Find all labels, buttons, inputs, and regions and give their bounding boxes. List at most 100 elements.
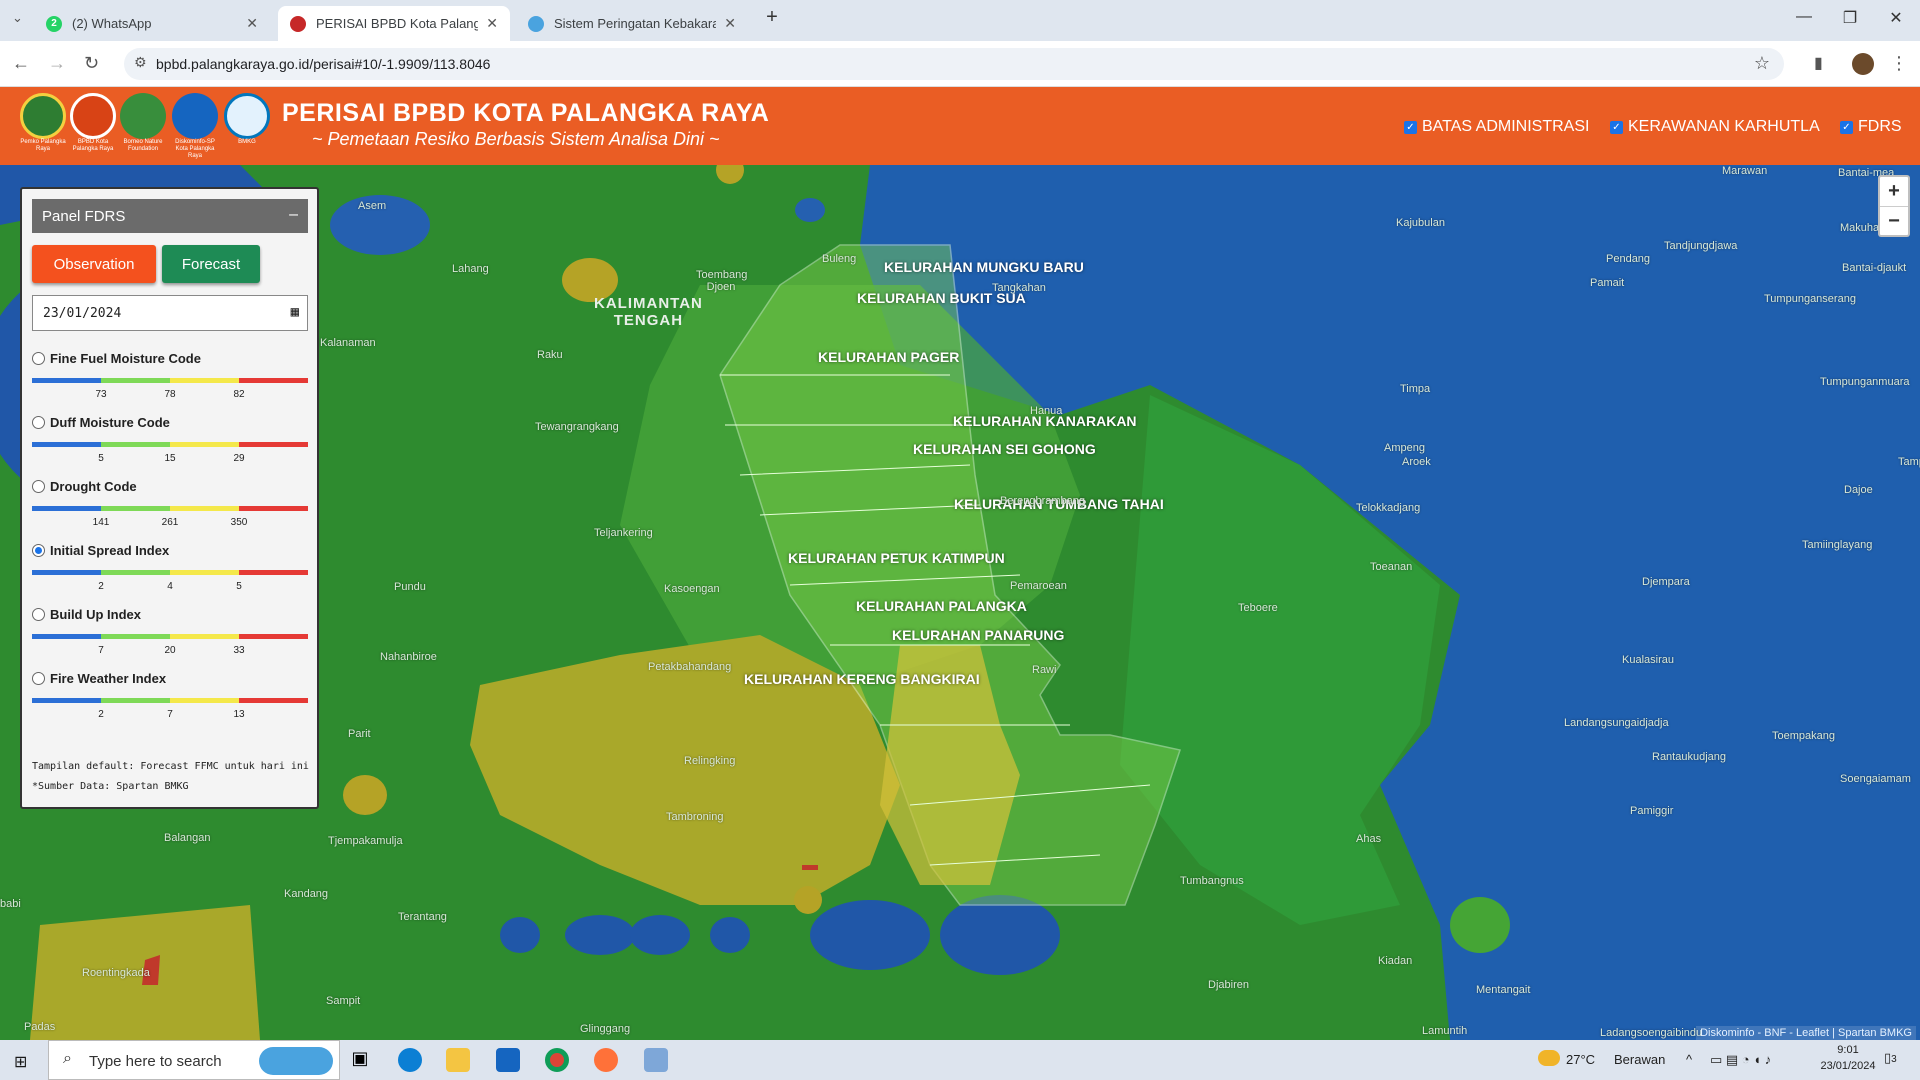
mail-icon[interactable]	[496, 1048, 520, 1072]
windows-start-icon[interactable]: ⊞	[14, 1052, 27, 1072]
minimize-button[interactable]: —	[1784, 8, 1824, 26]
index-bui[interactable]: Build Up Index 7 20 33	[32, 607, 308, 659]
index-label: Drought Code	[50, 479, 137, 494]
tray-icons[interactable]: ▭ ▤ ◔ ◖ ♪	[1710, 1052, 1771, 1068]
logo-caption: Diskominfo-SP Kota Palangka Raya	[175, 139, 215, 159]
checkbox-checked-icon[interactable]: ✓	[1840, 120, 1853, 134]
url-text[interactable]: bpbd.palangkaraya.go.id/perisai#10/-1.99…	[156, 56, 490, 72]
app-icon[interactable]	[644, 1048, 668, 1072]
chrome-icon[interactable]	[545, 1048, 569, 1072]
search-placeholder: Type here to search	[89, 1053, 222, 1070]
zoom-control: + −	[1878, 175, 1910, 237]
observation-button[interactable]: Observation	[32, 245, 156, 283]
kelurahan-label[interactable]: KELURAHAN MUNGKU BARU	[884, 259, 1084, 275]
place-label: Tangkahan	[992, 282, 1046, 294]
index-ffmc[interactable]: Fine Fuel Moisture Code 73 78 82	[32, 351, 308, 403]
tab-perisai[interactable]: PERISAI BPBD Kota Palangka Ra ✕	[278, 6, 510, 41]
tab-sipongi[interactable]: Sistem Peringatan Kebakaran H ✕	[516, 6, 748, 41]
place-label: Tambroning	[666, 811, 724, 823]
zoom-out-button[interactable]: −	[1880, 206, 1908, 235]
kelurahan-label[interactable]: KELURAHAN PAGER	[818, 349, 959, 365]
address-bar[interactable]: ⚙ bpbd.palangkaraya.go.id/perisai#10/-1.…	[124, 48, 1784, 80]
kelurahan-label[interactable]: KELURAHAN SEI GOHONG	[913, 441, 1096, 457]
layer-label: BATAS ADMINISTRASI	[1422, 118, 1590, 135]
index-dc[interactable]: Drought Code 141 261 350	[32, 479, 308, 531]
place-label: Djabiren	[1208, 979, 1249, 991]
map-attribution[interactable]: Diskominfo - BNF - Leaflet | Spartan BMK…	[1696, 1026, 1916, 1040]
close-icon[interactable]: ✕	[246, 15, 258, 32]
place-label: Pendang	[1606, 253, 1651, 265]
place-label: Hanua	[1030, 405, 1063, 417]
calendar-icon[interactable]: ▦	[291, 304, 299, 320]
radio-button[interactable]	[32, 480, 45, 493]
close-icon[interactable]: ✕	[724, 15, 736, 32]
place-label: Lamuntih	[1422, 1025, 1468, 1037]
place-label: Mentangait	[1476, 984, 1531, 996]
layer-toggle-kerawanan[interactable]: ✓ KERAWANAN KARHUTLA	[1610, 118, 1820, 136]
scale-tick: 73	[95, 389, 107, 400]
place-label: Teljankering	[594, 527, 653, 539]
color-scale-bar	[32, 506, 308, 511]
place-label: Dajoe	[1844, 484, 1873, 496]
taskbar-search[interactable]: ⌕ Type here to search	[48, 1040, 340, 1080]
task-view-icon[interactable]: ▣	[348, 1048, 372, 1072]
radio-button[interactable]	[32, 352, 45, 365]
place-label: Kandang	[284, 888, 329, 900]
clock[interactable]: 9:01 23/01/2024	[1818, 1044, 1878, 1072]
notification-icon[interactable]: ▯3	[1884, 1050, 1897, 1066]
layer-toggle-batas[interactable]: ✓ BATAS ADMINISTRASI	[1404, 118, 1589, 136]
close-icon[interactable]: ✕	[486, 15, 498, 32]
place-label: Nahanbiroe	[380, 651, 437, 663]
scale-tick: 7	[167, 709, 173, 720]
place-label: Tumbangnus	[1180, 875, 1244, 887]
file-explorer-icon[interactable]	[446, 1048, 470, 1072]
weather-text[interactable]: Berawan	[1614, 1052, 1665, 1067]
index-isi[interactable]: Initial Spread Index 2 4 5	[32, 543, 308, 595]
scale-tick: 7	[98, 645, 104, 656]
tab-title: Sistem Peringatan Kebakaran H	[554, 16, 717, 31]
site-info-icon[interactable]: ⚙	[134, 54, 147, 71]
map-canvas[interactable]: KALIMANTAN TENGAH KELURAHAN MUNGKU BARU K…	[0, 165, 1920, 1040]
restore-button[interactable]: ❐	[1830, 8, 1870, 28]
side-panel-icon[interactable]: ▮	[1814, 53, 1823, 73]
place-label: Ladangsoengaibindu	[1600, 1027, 1703, 1039]
place-label: Kasoengan	[664, 583, 720, 595]
windows-taskbar: ⊞ ⌕ Type here to search ▣ 27°C Berawan ^…	[0, 1040, 1920, 1080]
zoom-in-button[interactable]: +	[1880, 177, 1908, 206]
index-dmc[interactable]: Duff Moisture Code 5 15 29	[32, 415, 308, 467]
menu-icon[interactable]: ⋮	[1890, 53, 1908, 74]
back-icon[interactable]: ←	[12, 53, 30, 74]
place-label: Timpa	[1400, 383, 1431, 395]
radio-button-selected[interactable]	[32, 544, 45, 557]
close-window-button[interactable]: ✕	[1876, 8, 1916, 28]
temperature[interactable]: 27°C	[1566, 1052, 1595, 1067]
index-label: Build Up Index	[50, 607, 141, 622]
kelurahan-label[interactable]: KELURAHAN PETUK KATIMPUN	[788, 550, 1005, 566]
scale-tick: 141	[92, 517, 110, 528]
index-fwi[interactable]: Fire Weather Index 2 7 13	[32, 671, 308, 723]
bpbd-logo	[70, 93, 116, 139]
layer-toggle-fdrs[interactable]: ✓ FDRS	[1840, 118, 1902, 136]
reload-icon[interactable]: ↻	[84, 53, 99, 74]
tab-search-icon[interactable]: ⌄	[12, 10, 23, 26]
checkbox-checked-icon[interactable]: ✓	[1610, 120, 1623, 134]
kelurahan-label[interactable]: KELURAHAN PALANGKA	[856, 598, 1027, 614]
date-input[interactable]: 23/01/2024 ▦	[32, 295, 308, 331]
bookmark-star-icon[interactable]: ☆	[1754, 53, 1770, 74]
kelurahan-label[interactable]: KELURAHAN KERENG BANGKIRAI	[744, 671, 980, 687]
firefox-icon[interactable]	[594, 1048, 618, 1072]
profile-avatar[interactable]	[1852, 53, 1874, 75]
kelurahan-label[interactable]: KELURAHAN PANARUNG	[892, 627, 1064, 643]
tab-whatsapp[interactable]: 2 (2) WhatsApp ✕	[34, 6, 270, 41]
checkbox-checked-icon[interactable]: ✓	[1404, 120, 1417, 134]
chevron-up-icon[interactable]: ^	[1686, 1052, 1692, 1067]
edge-icon[interactable]	[398, 1048, 422, 1072]
forecast-button[interactable]: Forecast	[162, 245, 260, 283]
new-tab-button[interactable]: +	[752, 6, 792, 29]
forward-icon[interactable]: →	[48, 53, 66, 74]
radio-button[interactable]	[32, 672, 45, 685]
radio-button[interactable]	[32, 416, 45, 429]
radio-button[interactable]	[32, 608, 45, 621]
index-label: Fire Weather Index	[50, 671, 167, 686]
collapse-panel-button[interactable]: –	[289, 206, 298, 224]
